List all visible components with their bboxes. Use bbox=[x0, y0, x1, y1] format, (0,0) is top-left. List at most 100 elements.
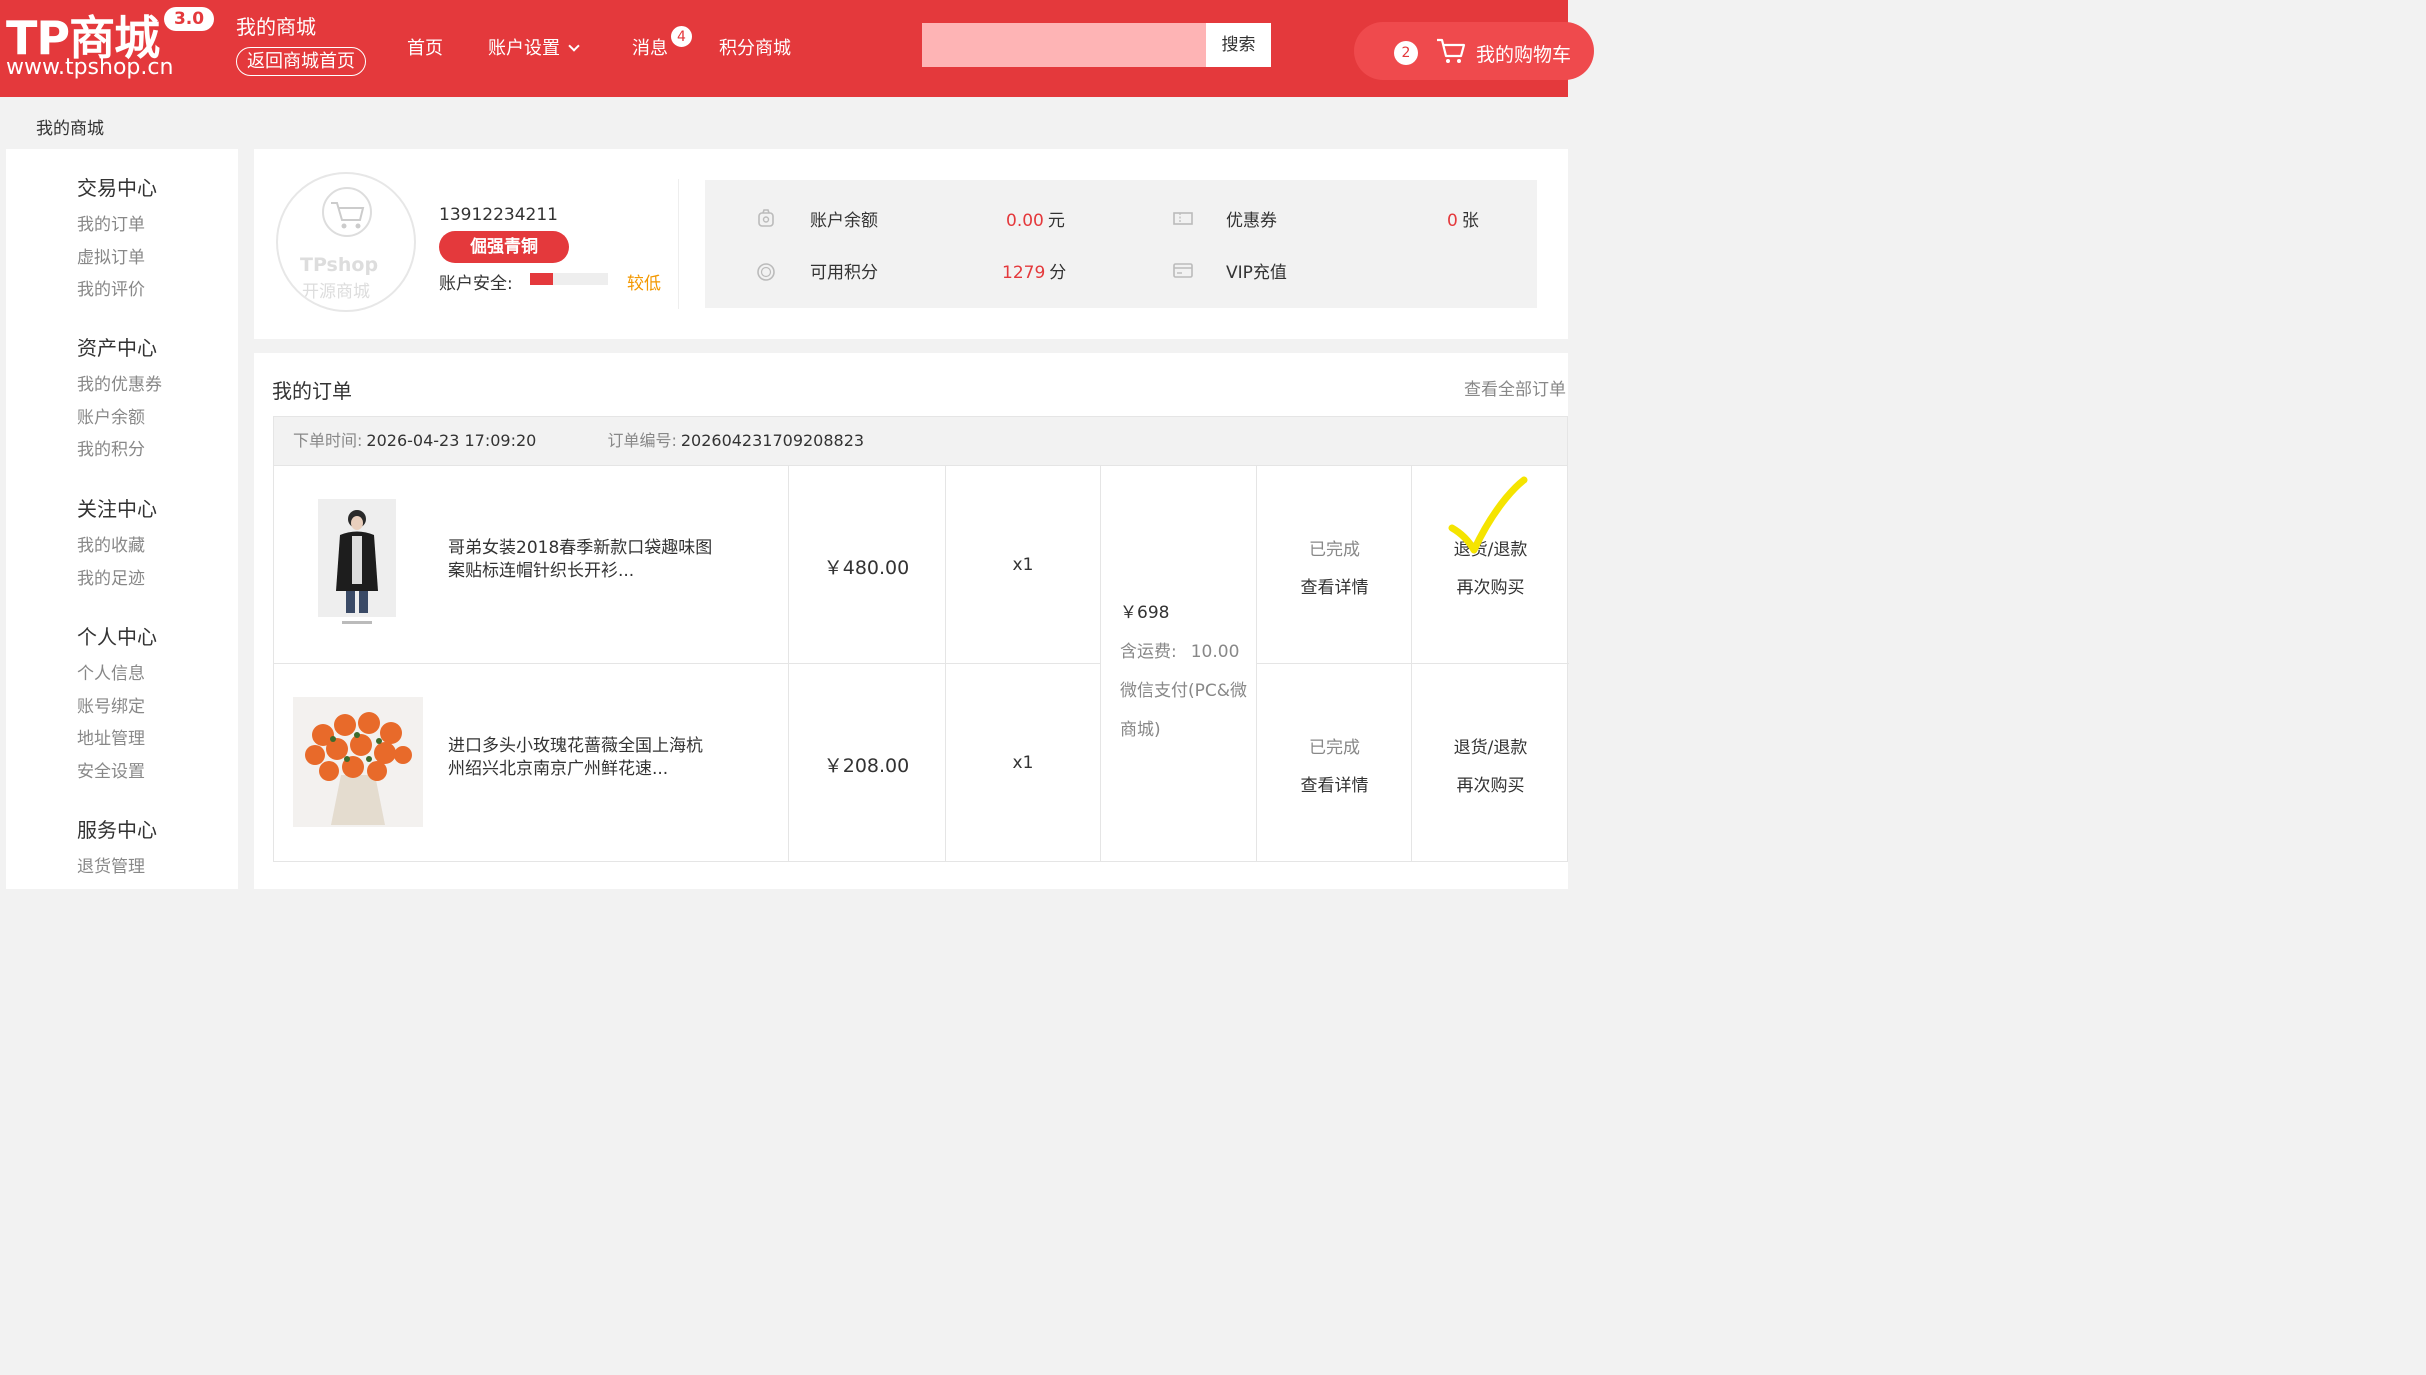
sidebar-group-service: 服务中心 退货管理 bbox=[77, 814, 157, 884]
sidebar-item-my-orders[interactable]: 我的订单 bbox=[77, 209, 157, 242]
mall-title: 我的商城 bbox=[236, 15, 316, 39]
shipping-fee: 含运费: 10.00 bbox=[1120, 633, 1260, 672]
member-level-badge: 倔强青铜 bbox=[439, 231, 569, 263]
nav-messages[interactable]: 消息 bbox=[632, 34, 668, 60]
balance-label[interactable]: 账户余额 bbox=[810, 206, 878, 231]
balance-icon bbox=[758, 209, 774, 227]
message-count-badge: 4 bbox=[670, 25, 693, 48]
sidebar-item-returns[interactable]: 退货管理 bbox=[77, 851, 157, 884]
sidebar-item-security[interactable]: 安全设置 bbox=[77, 756, 157, 789]
coupon-unit: 张 bbox=[1461, 211, 1479, 231]
cart-count-badge: 2 bbox=[1394, 41, 1418, 65]
coupon-value[interactable]: 0张 bbox=[1447, 206, 1479, 231]
sidebar-group-title: 资产中心 bbox=[77, 336, 157, 360]
security-level-text: 较低 bbox=[627, 274, 661, 294]
product-quantity: x1 bbox=[1012, 555, 1034, 575]
search-input[interactable] bbox=[922, 23, 1206, 67]
sidebar-item-address[interactable]: 地址管理 bbox=[77, 723, 157, 756]
sidebar-group-title: 交易中心 bbox=[77, 176, 157, 200]
nav-account-settings[interactable]: 账户设置 bbox=[488, 34, 580, 60]
points-amount: 1279 bbox=[1002, 263, 1046, 283]
sidebar-group-assets: 资产中心 我的优惠券 账户余额 我的积分 bbox=[77, 332, 162, 467]
sidebar-item-virtual-orders[interactable]: 虚拟订单 bbox=[77, 242, 157, 275]
chevron-down-icon bbox=[568, 40, 580, 52]
card-icon bbox=[1173, 263, 1193, 278]
payment-method: 微信支付(PC&微商城) bbox=[1120, 681, 1248, 740]
rebuy-button[interactable]: 再次购买 bbox=[1412, 573, 1569, 598]
coupon-count: 0 bbox=[1447, 211, 1458, 231]
product-price: ￥208.00 bbox=[823, 755, 910, 777]
order-payment-info: ￥698 含运费: 10.00 微信支付(PC&微商城) bbox=[1120, 594, 1260, 750]
vip-recharge-link[interactable]: VIP充值 bbox=[1226, 258, 1287, 283]
sidebar-group-follow: 关注中心 我的收藏 我的足迹 bbox=[77, 493, 157, 595]
avatar[interactable]: TPshop 开源商城 bbox=[276, 172, 416, 312]
logo-url: www.tpshop.cn bbox=[6, 55, 174, 80]
nav-home[interactable]: 首页 bbox=[407, 34, 443, 60]
cart-label: 我的购物车 bbox=[1476, 44, 1572, 66]
account-summary: 账户余额 0.00 元 优惠券 0张 可用积分 1279 分 VIP充值 bbox=[705, 180, 1537, 308]
sidebar-group-title: 个人中心 bbox=[77, 625, 157, 649]
breadcrumb[interactable]: 我的商城 bbox=[36, 114, 104, 139]
rebuy-button[interactable]: 再次购买 bbox=[1412, 771, 1569, 796]
sidebar-item-favorites[interactable]: 我的收藏 bbox=[77, 530, 157, 563]
nav-account-settings-label: 账户设置 bbox=[488, 38, 560, 59]
sidebar: 交易中心 我的订单 虚拟订单 我的评价 资产中心 我的优惠券 账户余额 我的积分… bbox=[6, 149, 238, 889]
view-all-orders-link[interactable]: 查看全部订单 bbox=[1464, 375, 1566, 400]
order-status: 已完成 bbox=[1309, 540, 1360, 560]
sidebar-item-balance[interactable]: 账户余额 bbox=[77, 402, 162, 435]
shipping-label: 含运费: bbox=[1120, 642, 1177, 662]
order-status: 已完成 bbox=[1309, 738, 1360, 758]
order-total: ￥698 bbox=[1120, 603, 1170, 623]
orders-title: 我的订单 bbox=[272, 379, 352, 403]
coupon-icon bbox=[1173, 212, 1193, 225]
avatar-logo-text: TPshop bbox=[300, 254, 379, 276]
balance-amount: 0.00 bbox=[1006, 211, 1044, 231]
shipping-value: 10.00 bbox=[1190, 642, 1240, 662]
points-icon bbox=[757, 263, 775, 281]
shopping-cart-icon bbox=[1437, 38, 1466, 63]
refund-button[interactable]: 退货/退款 bbox=[1412, 535, 1569, 560]
order-no-label: 订单编号: bbox=[607, 431, 677, 450]
view-detail-button[interactable]: 查看详情 bbox=[1257, 573, 1412, 598]
profile-card: TPshop 开源商城 13912234211 倔强青铜 账户安全: 较低 账户… bbox=[254, 149, 1568, 339]
sidebar-item-my-points[interactable]: 我的积分 bbox=[77, 434, 162, 467]
view-detail-button[interactable]: 查看详情 bbox=[1257, 771, 1412, 796]
site-logo[interactable]: TP商城 3.0 www.tpshop.cn bbox=[4, 2, 219, 90]
sidebar-item-my-coupons[interactable]: 我的优惠券 bbox=[77, 369, 162, 402]
table-row: 进口多头小玫瑰花蔷薇全国上海杭州绍兴北京南京广州鲜花速... ￥208.00 x… bbox=[274, 664, 1569, 862]
points-label[interactable]: 可用积分 bbox=[810, 258, 878, 283]
points-unit: 分 bbox=[1049, 263, 1067, 283]
avatar-subtext: 开源商城 bbox=[302, 282, 370, 302]
order-time-value: 2026-04-23 17:09:20 bbox=[366, 431, 537, 450]
product-name[interactable]: 哥弟女装2018春季新款口袋趣味图案贴标连帽针织长开衫... bbox=[448, 537, 718, 583]
product-image[interactable] bbox=[318, 499, 398, 631]
cart-button[interactable]: 2 我的购物车 bbox=[1354, 22, 1594, 80]
refund-button[interactable]: 退货/退款 bbox=[1412, 733, 1569, 758]
points-value[interactable]: 1279 分 bbox=[1002, 258, 1066, 283]
order-header: 下单时间: 2026-04-23 17:09:20 订单编号: 2026042317… bbox=[273, 416, 1568, 466]
sidebar-item-footprints[interactable]: 我的足迹 bbox=[77, 563, 157, 596]
back-home-button[interactable]: 返回商城首页 bbox=[236, 47, 366, 76]
sidebar-item-my-reviews[interactable]: 我的评价 bbox=[77, 274, 157, 307]
sidebar-item-profile[interactable]: 个人信息 bbox=[77, 658, 157, 691]
product-image[interactable] bbox=[293, 697, 423, 827]
top-header: TP商城 3.0 www.tpshop.cn 我的商城 返回商城首页 首页 账户… bbox=[0, 0, 1594, 97]
user-phone: 13912234211 bbox=[439, 205, 558, 225]
coupon-label[interactable]: 优惠券 bbox=[1226, 206, 1277, 231]
search-button[interactable]: 搜索 bbox=[1206, 23, 1271, 67]
balance-value[interactable]: 0.00 元 bbox=[1006, 206, 1065, 231]
security-label: 账户安全: bbox=[439, 274, 513, 294]
orders-panel: 我的订单 查看全部订单 下单时间: 2026-04-23 17:09:20 订单编… bbox=[254, 353, 1569, 889]
sidebar-item-account-binding[interactable]: 账号绑定 bbox=[77, 691, 157, 724]
nav-points-mall[interactable]: 积分商城 bbox=[719, 34, 791, 60]
table-row: 哥弟女装2018春季新款口袋趣味图案贴标连帽针织长开衫... ￥480.00 x… bbox=[274, 466, 1569, 664]
sidebar-group-title: 服务中心 bbox=[77, 818, 157, 842]
sidebar-group-title: 关注中心 bbox=[77, 497, 157, 521]
sidebar-group-personal: 个人中心 个人信息 账号绑定 地址管理 安全设置 bbox=[77, 621, 157, 788]
security-level-fill bbox=[530, 273, 554, 285]
order-time-label: 下单时间: bbox=[293, 431, 363, 450]
order-no-value: 202604231709208823 bbox=[680, 431, 865, 450]
product-name[interactable]: 进口多头小玫瑰花蔷薇全国上海杭州绍兴北京南京广州鲜花速... bbox=[448, 735, 718, 781]
sidebar-group-trade: 交易中心 我的订单 虚拟订单 我的评价 bbox=[77, 172, 157, 307]
divider bbox=[678, 179, 679, 309]
